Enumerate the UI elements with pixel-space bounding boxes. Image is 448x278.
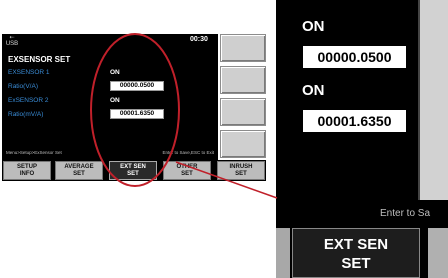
highlight-ellipse (90, 33, 180, 187)
highlight-overlay (90, 33, 278, 199)
highlight-connector (175, 161, 278, 199)
